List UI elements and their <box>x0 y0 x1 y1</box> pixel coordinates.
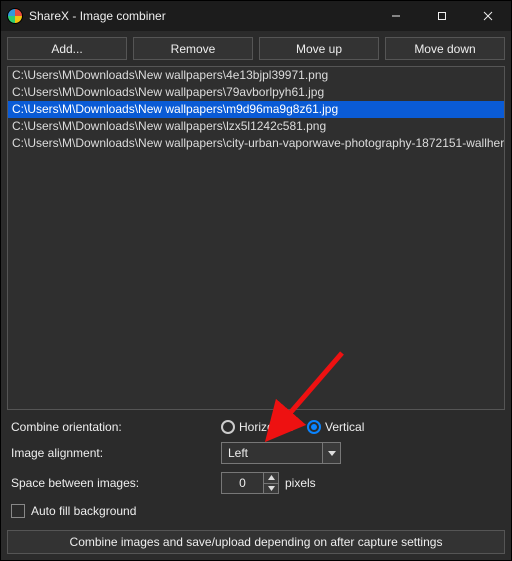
orientation-radios: Horizontal Vertical <box>221 420 501 434</box>
alignment-dropdown[interactable]: Left <box>221 442 341 464</box>
space-value: 0 <box>222 473 263 493</box>
spinner-up-button[interactable] <box>264 473 278 483</box>
combine-button[interactable]: Combine images and save/upload depending… <box>7 530 505 554</box>
remove-button[interactable]: Remove <box>133 37 253 60</box>
spinner-down-button[interactable] <box>264 483 278 494</box>
file-row[interactable]: C:\Users\M\Downloads\New wallpapers\lzx5… <box>8 118 504 135</box>
alignment-label: Image alignment: <box>11 446 221 460</box>
close-button[interactable] <box>465 1 511 31</box>
orientation-horizontal-option[interactable]: Horizontal <box>221 420 293 434</box>
file-list[interactable]: C:\Users\M\Downloads\New wallpapers\4e13… <box>7 66 505 410</box>
titlebar: ShareX - Image combiner <box>1 1 511 31</box>
radio-label: Vertical <box>325 420 364 434</box>
radio-label: Horizontal <box>239 420 293 434</box>
settings-panel: Combine orientation: Horizontal Vertical… <box>1 416 511 526</box>
autofill-label: Auto fill background <box>31 504 136 518</box>
orientation-label: Combine orientation: <box>11 420 221 434</box>
chevron-down-icon <box>322 443 340 463</box>
window: ShareX - Image combiner Add... Remove Mo… <box>0 0 512 561</box>
toolbar: Add... Remove Move up Move down <box>1 31 511 66</box>
autofill-checkbox[interactable] <box>11 504 25 518</box>
file-row[interactable]: C:\Users\M\Downloads\New wallpapers\4e13… <box>8 67 504 84</box>
maximize-button[interactable] <box>419 1 465 31</box>
spinner-buttons <box>263 473 278 493</box>
space-unit: pixels <box>285 476 316 490</box>
add-button[interactable]: Add... <box>7 37 127 60</box>
move-up-button[interactable]: Move up <box>259 37 379 60</box>
window-title: ShareX - Image combiner <box>29 9 166 23</box>
file-row[interactable]: C:\Users\M\Downloads\New wallpapers\79av… <box>8 84 504 101</box>
app-icon <box>7 8 23 24</box>
autofill-row[interactable]: Auto fill background <box>11 504 501 518</box>
space-spinner[interactable]: 0 <box>221 472 279 494</box>
move-down-button[interactable]: Move down <box>385 37 505 60</box>
orientation-vertical-option[interactable]: Vertical <box>307 420 364 434</box>
radio-icon <box>221 420 235 434</box>
file-row[interactable]: C:\Users\M\Downloads\New wallpapers\city… <box>8 135 504 152</box>
minimize-button[interactable] <box>373 1 419 31</box>
space-label: Space between images: <box>11 476 221 490</box>
radio-icon <box>307 420 321 434</box>
file-row[interactable]: C:\Users\M\Downloads\New wallpapers\m9d9… <box>8 101 504 118</box>
alignment-value: Left <box>222 443 322 463</box>
